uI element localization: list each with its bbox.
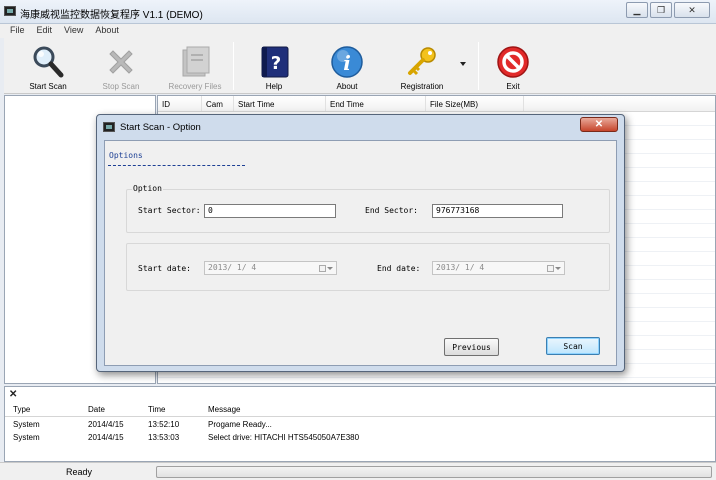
start-date-picker[interactable]: 2013/ 1/ 4 xyxy=(204,261,337,275)
start-sector-label: Start Sector: xyxy=(138,206,201,215)
calendar-dropdown-icon[interactable] xyxy=(319,264,334,272)
log-panel: ✕ Type Date Time Message System 2014/4/1… xyxy=(4,386,716,462)
window-controls: ▁ ❐ ✕ xyxy=(624,2,710,18)
log-type: System xyxy=(13,420,40,429)
exit-button[interactable]: Exit xyxy=(495,38,531,94)
end-date-picker[interactable]: 2013/ 1/ 4 xyxy=(432,261,565,275)
exit-icon xyxy=(495,44,531,80)
help-label: Help xyxy=(265,82,283,91)
scan-button[interactable]: Scan xyxy=(546,337,600,355)
tab-options[interactable]: Options xyxy=(109,151,143,160)
menu-about[interactable]: About xyxy=(89,24,125,38)
start-sector-input[interactable]: 0 xyxy=(204,204,336,218)
toolbar: Start Scan Stop Scan Recovery Files ? He… xyxy=(4,38,716,94)
menu-file[interactable]: File xyxy=(4,24,31,38)
start-scan-label: Start Scan xyxy=(29,82,67,91)
log-column-time[interactable]: Time xyxy=(148,405,165,414)
status-text: Ready xyxy=(66,467,93,477)
stop-x-icon xyxy=(103,44,139,80)
menu-bar: File Edit View About xyxy=(0,24,716,38)
exit-label: Exit xyxy=(506,82,520,91)
minimize-button[interactable]: ▁ xyxy=(626,2,648,18)
title-bar: 海康威视监控数据恢复程序 V1.1 (DEMO) ▁ ❐ ✕ xyxy=(0,0,716,24)
log-header: Type Date Time Message xyxy=(5,402,715,417)
window-close-button[interactable]: ✕ xyxy=(674,2,710,18)
log-time: 13:53:03 xyxy=(148,433,180,442)
end-date-value: 2013/ 1/ 4 xyxy=(436,263,485,272)
help-book-icon: ? xyxy=(256,44,292,80)
sector-group: Option Start Sector: 0 End Sector: 97677… xyxy=(126,184,610,233)
log-column-type[interactable]: Type xyxy=(13,405,30,414)
info-icon: i xyxy=(329,44,365,80)
log-time: 13:52:10 xyxy=(148,420,180,429)
start-date-label: Start date: xyxy=(138,264,191,273)
column-cam[interactable]: Cam xyxy=(202,96,234,111)
about-label: About xyxy=(336,82,358,91)
registration-dropdown[interactable] xyxy=(458,62,468,72)
dialog-title: Start Scan - Option xyxy=(120,121,201,133)
start-scan-button[interactable]: Start Scan xyxy=(26,38,70,94)
start-scan-dialog: Start Scan - Option ✕ Options Option Sta… xyxy=(96,114,625,372)
log-date: 2014/4/15 xyxy=(88,433,124,442)
end-date-label: End date: xyxy=(377,264,421,273)
window-title: 海康威视监控数据恢复程序 V1.1 (DEMO) xyxy=(20,10,203,21)
scan-progress-bar xyxy=(156,466,712,478)
dialog-close-button[interactable]: ✕ xyxy=(580,117,618,132)
log-message: Select drive: HITACHI HTS545050A7E380 xyxy=(208,433,360,442)
close-icon: ✕ xyxy=(594,119,604,130)
log-type: System xyxy=(13,433,40,442)
tab-underline xyxy=(108,165,245,166)
column-id[interactable]: ID xyxy=(158,96,202,111)
registration-label: Registration xyxy=(400,82,444,91)
status-bar: Ready xyxy=(0,462,716,480)
grid-header: ID Cam Start Time End Time File Size(MB) xyxy=(158,96,715,112)
stop-scan-label: Stop Scan xyxy=(102,82,140,91)
toolbar-separator-2 xyxy=(478,42,479,90)
calendar-dropdown-icon[interactable] xyxy=(547,264,562,272)
log-column-date[interactable]: Date xyxy=(88,405,105,414)
column-end-time[interactable]: End Time xyxy=(326,96,426,111)
log-row[interactable]: System 2014/4/15 13:52:10 Progame Ready.… xyxy=(5,419,715,432)
about-button[interactable]: i About xyxy=(327,38,367,94)
previous-button[interactable]: Previous xyxy=(444,338,499,356)
column-start-time[interactable]: Start Time xyxy=(234,96,326,111)
end-sector-label: End Sector: xyxy=(365,206,418,215)
recovery-files-label: Recovery Files xyxy=(168,82,222,91)
option-group-title: Option xyxy=(132,184,163,193)
dialog-app-icon xyxy=(103,122,115,132)
key-icon xyxy=(404,44,440,80)
svg-text:?: ? xyxy=(271,53,281,74)
start-date-value: 2013/ 1/ 4 xyxy=(208,263,257,272)
svg-text:i: i xyxy=(343,51,351,75)
toolbar-separator xyxy=(233,42,234,90)
restore-button[interactable]: ❐ xyxy=(650,2,672,18)
log-message: Progame Ready... xyxy=(208,420,272,429)
end-sector-input[interactable]: 976773168 xyxy=(432,204,563,218)
dialog-title-bar: Start Scan - Option xyxy=(103,119,201,135)
close-icon[interactable]: ✕ xyxy=(9,389,17,400)
log-date: 2014/4/15 xyxy=(88,420,124,429)
column-file-size[interactable]: File Size(MB) xyxy=(426,96,524,111)
help-button[interactable]: ? Help xyxy=(254,38,294,94)
log-row[interactable]: System 2014/4/15 13:53:03 Select drive: … xyxy=(5,432,715,445)
dialog-body: Options Option Start Sector: 0 End Secto… xyxy=(104,140,617,366)
recovery-files-icon xyxy=(177,44,213,80)
magnifier-icon xyxy=(30,44,66,80)
date-group: Start date: 2013/ 1/ 4 End date: 2013/ 1… xyxy=(126,243,610,291)
recovery-files-button[interactable]: Recovery Files xyxy=(164,38,226,94)
app-icon xyxy=(4,6,16,16)
chevron-down-icon xyxy=(460,62,466,66)
registration-button[interactable]: Registration xyxy=(397,38,447,94)
menu-edit[interactable]: Edit xyxy=(31,24,59,38)
stop-scan-button[interactable]: Stop Scan xyxy=(98,38,144,94)
log-column-message[interactable]: Message xyxy=(208,405,240,414)
menu-view[interactable]: View xyxy=(58,24,89,38)
